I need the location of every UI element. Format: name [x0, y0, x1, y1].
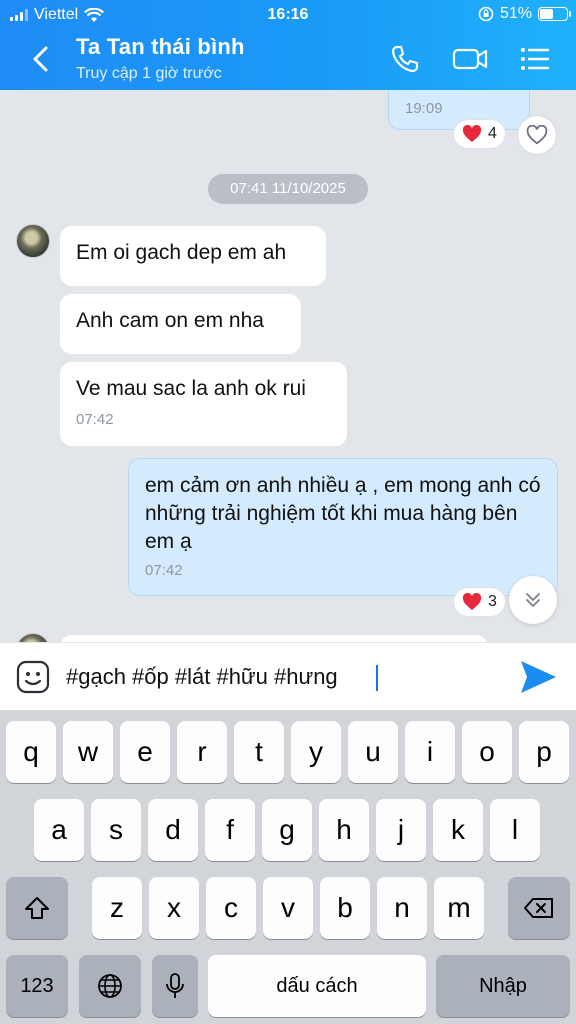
message-bubble-incoming[interactable] — [60, 635, 488, 642]
battery-percent: 51% — [499, 5, 532, 22]
message-text: em cảm ơn anh nhiều ạ , em mong anh có n… — [145, 474, 541, 553]
key-q[interactable]: q — [6, 721, 56, 783]
date-separator: 07:41 11/10/2025 — [208, 174, 368, 204]
contact-name[interactable]: Ta Tan thái bình — [76, 34, 245, 60]
message-bubble-incoming[interactable]: Em oi gach dep em ah — [60, 226, 326, 286]
key-a[interactable]: a — [34, 799, 84, 861]
key-b[interactable]: b — [320, 877, 370, 939]
key-y[interactable]: y — [291, 721, 341, 783]
key-x[interactable]: x — [149, 877, 199, 939]
key-z[interactable]: z — [92, 877, 142, 939]
key-p[interactable]: p — [519, 721, 569, 783]
phone-icon[interactable] — [388, 42, 422, 76]
mic-icon — [166, 973, 184, 998]
status-bar: Viettel 16:16 51% — [0, 4, 576, 26]
key-i[interactable]: i — [405, 721, 455, 783]
return-key[interactable]: Nhập — [436, 955, 570, 1017]
heart-outline-icon — [526, 125, 548, 145]
scroll-to-bottom-button[interactable] — [509, 576, 557, 624]
react-button[interactable] — [518, 116, 556, 154]
message-time: 19:09 — [405, 100, 443, 117]
globe-key[interactable] — [79, 955, 141, 1017]
video-call-icon[interactable] — [451, 42, 489, 76]
last-seen: Truy cập 1 giờ trước — [76, 65, 222, 82]
message-time: 07:42 — [145, 562, 183, 579]
key-m[interactable]: m — [434, 877, 484, 939]
key-e[interactable]: e — [120, 721, 170, 783]
reaction-count: 4 — [488, 125, 497, 142]
reaction-badge[interactable]: 3 — [454, 588, 505, 616]
key-v[interactable]: v — [263, 877, 313, 939]
key-n[interactable]: n — [377, 877, 427, 939]
dictation-key[interactable] — [152, 955, 198, 1017]
text-caret — [376, 665, 378, 691]
numbers-key[interactable]: 123 — [6, 955, 68, 1017]
key-t[interactable]: t — [234, 721, 284, 783]
key-w[interactable]: w — [63, 721, 113, 783]
key-u[interactable]: u — [348, 721, 398, 783]
avatar[interactable] — [16, 633, 50, 642]
key-r[interactable]: r — [177, 721, 227, 783]
message-text: Ve mau sac la anh ok rui — [76, 377, 306, 400]
reaction-count: 3 — [488, 593, 497, 610]
battery-icon — [538, 7, 571, 21]
status-right: 51% — [478, 5, 571, 23]
keyboard: qwertyuiop asdfghjkl zxcvbnm 123 dấu các… — [0, 710, 576, 1024]
back-icon[interactable] — [30, 44, 52, 74]
key-h[interactable]: h — [319, 799, 369, 861]
lock-rotation-icon — [478, 6, 494, 22]
shift-icon — [25, 897, 49, 919]
globe-icon — [98, 974, 122, 998]
key-l[interactable]: l — [490, 799, 540, 861]
key-f[interactable]: f — [205, 799, 255, 861]
message-bubble-incoming[interactable]: Anh cam on em nha — [60, 294, 301, 354]
message-bubble-incoming[interactable]: Ve mau sac la anh ok rui 07:42 — [60, 362, 347, 446]
message-bubble-outgoing[interactable]: em cảm ơn anh nhiều ạ , em mong anh có n… — [128, 458, 558, 596]
message-list[interactable]: 19:09 4 07:41 11/10/2025 Em oi gach dep … — [0, 90, 576, 642]
sticker-icon[interactable] — [16, 660, 50, 694]
key-d[interactable]: d — [148, 799, 198, 861]
battery-fill — [540, 9, 554, 19]
message-text: Em oi gach dep em ah — [76, 241, 287, 264]
reaction-badge[interactable]: 4 — [454, 120, 505, 148]
key-s[interactable]: s — [91, 799, 141, 861]
message-time: 07:42 — [76, 411, 114, 428]
shift-key[interactable] — [6, 877, 68, 939]
chevron-double-down-icon — [526, 593, 540, 607]
menu-list-icon[interactable] — [518, 42, 552, 76]
space-key[interactable]: dấu cách — [208, 955, 426, 1017]
backspace-icon — [524, 898, 553, 918]
heart-icon — [462, 593, 482, 610]
heart-icon — [462, 125, 482, 142]
message-input[interactable] — [66, 657, 496, 697]
chat-header: Viettel 16:16 51% Ta Tan thái bình Truy … — [0, 0, 576, 90]
composer-bar — [0, 642, 576, 710]
message-text: Anh cam on em nha — [76, 309, 264, 332]
avatar[interactable] — [16, 224, 50, 258]
key-c[interactable]: c — [206, 877, 256, 939]
key-g[interactable]: g — [262, 799, 312, 861]
key-o[interactable]: o — [462, 721, 512, 783]
backspace-key[interactable] — [508, 877, 570, 939]
key-j[interactable]: j — [376, 799, 426, 861]
send-icon[interactable] — [518, 659, 558, 695]
key-k[interactable]: k — [433, 799, 483, 861]
